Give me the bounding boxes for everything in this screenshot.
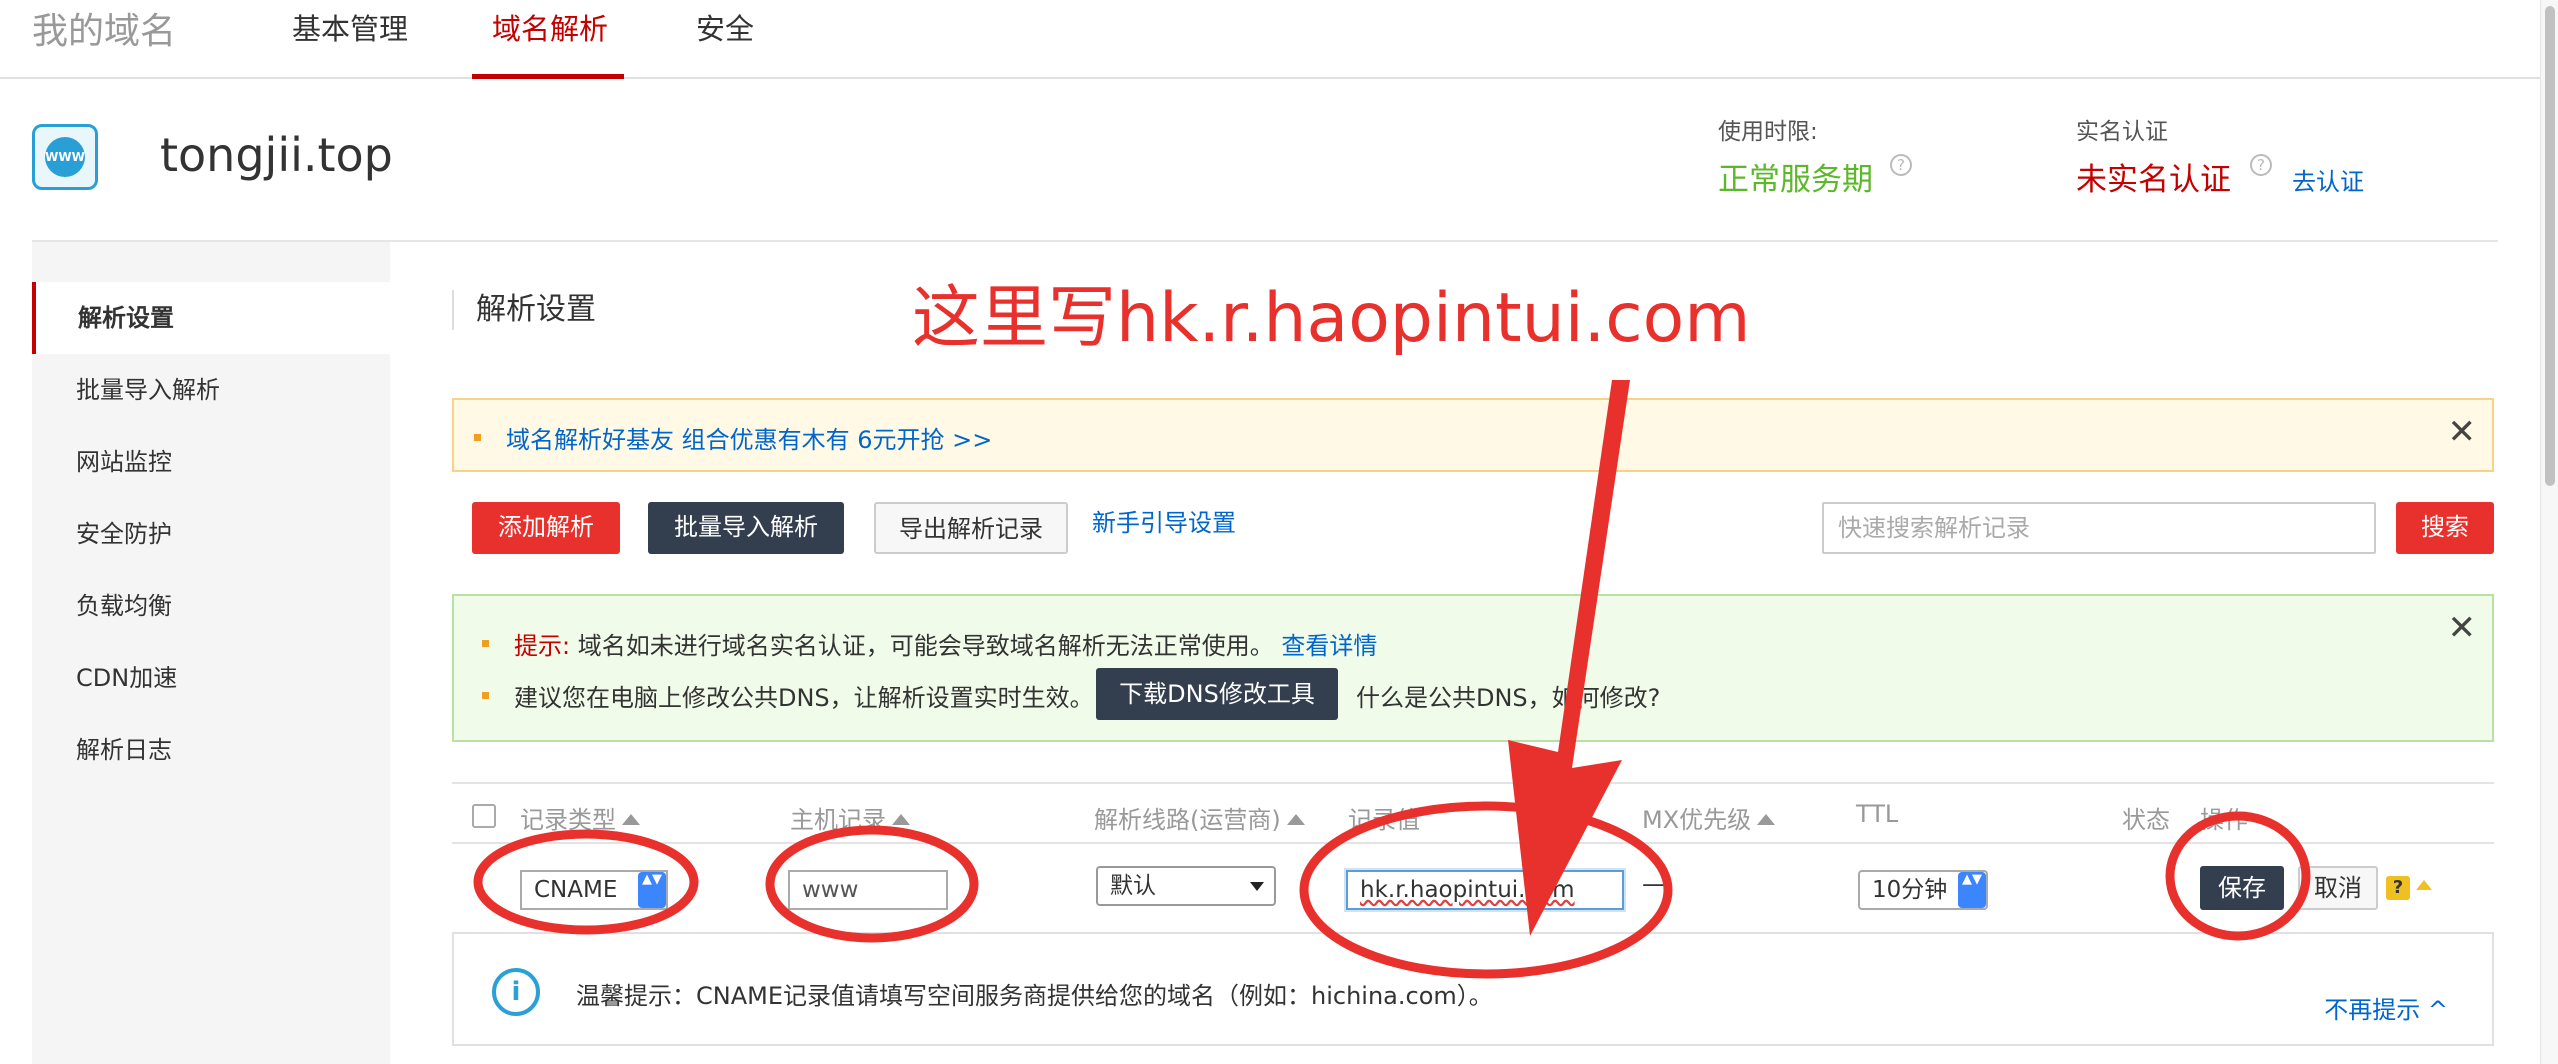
- record-type-value: CNAME: [534, 877, 618, 903]
- sidebar-item-load-balancing[interactable]: 负载均衡: [32, 570, 390, 642]
- bullet-icon: [482, 692, 489, 699]
- close-icon[interactable]: ✕: [2448, 412, 2477, 452]
- tab-security[interactable]: 安全: [696, 6, 754, 48]
- save-button[interactable]: 保存: [2200, 866, 2284, 910]
- bullet-icon: [482, 640, 489, 647]
- annotation-instruction: 这里写hk.r.haopintui.com: [912, 279, 1751, 358]
- col-host-label: 主机记录: [790, 806, 886, 834]
- ttl-select[interactable]: 10分钟 ▲▼: [1858, 870, 1988, 910]
- domain-name: tongjii.top: [160, 128, 393, 182]
- chevron-down-icon: [1250, 882, 1264, 891]
- line-select[interactable]: 默认: [1096, 866, 1276, 906]
- sidebar-item-site-monitor[interactable]: 网站监控: [32, 426, 390, 498]
- search-button[interactable]: 搜索: [2396, 502, 2494, 554]
- select-all-checkbox[interactable]: [472, 804, 496, 828]
- scrollbar-thumb[interactable]: [2545, 6, 2555, 486]
- help-icon[interactable]: ?: [2386, 876, 2410, 900]
- globe-icon: WWW: [32, 124, 98, 190]
- info-icon: i: [492, 968, 540, 1016]
- verify-help-icon[interactable]: ?: [2250, 154, 2272, 176]
- domain-logo-text: WWW: [45, 137, 85, 177]
- select-arrows-icon: ▲▼: [1958, 872, 1986, 908]
- notice-tip-text: 域名如未进行域名实名认证，可能会导致域名解析无法正常使用。: [577, 632, 1274, 660]
- notice-tip-label: 提示:: [514, 632, 571, 660]
- add-record-button[interactable]: 添加解析: [472, 502, 620, 554]
- verify-value: 未实名认证: [2076, 162, 2231, 198]
- warm-tip-text: 温馨提示：CNAME记录值请填写空间服务商提供给您的域名（例如：hichina.…: [576, 982, 1493, 1010]
- col-ttl: TTL: [1856, 800, 1899, 828]
- export-records-button[interactable]: 导出解析记录: [874, 502, 1068, 554]
- warm-tip-box: i 温馨提示：CNAME记录值请填写空间服务商提供给您的域名（例如：hichin…: [452, 932, 2494, 1046]
- notice-line-verify: 提示: 域名如未进行域名实名认证，可能会导致域名解析无法正常使用。 查看详情: [514, 626, 1377, 661]
- col-line-label: 解析线路(运营商): [1094, 806, 1281, 834]
- table-header: 记录类型 主机记录 解析线路(运营商) 记录值 MX优先级 TTL 状态 操作: [452, 782, 2494, 844]
- col-record-type[interactable]: 记录类型: [520, 800, 640, 835]
- notice-dns-text: 建议您在电脑上修改公共DNS，让解析设置实时生效。: [514, 684, 1094, 712]
- notice-box: 提示: 域名如未进行域名实名认证，可能会导致域名解析无法正常使用。 查看详情 建…: [452, 594, 2494, 742]
- cancel-button[interactable]: 取消: [2298, 866, 2378, 910]
- period-help-icon[interactable]: ?: [1890, 154, 1912, 176]
- dismiss-tip-link[interactable]: 不再提示 ^: [2324, 990, 2448, 1025]
- col-mx[interactable]: MX优先级: [1642, 800, 1776, 835]
- view-details-link[interactable]: 查看详情: [1281, 632, 1377, 660]
- col-value: 记录值: [1348, 806, 1420, 834]
- promo-banner: 域名解析好基友 组合优惠有木有 6元开抢 >> ✕: [452, 398, 2494, 472]
- sort-icon: [622, 814, 640, 825]
- scrollbar[interactable]: [2540, 0, 2558, 1064]
- line-select-value: 默认: [1110, 873, 1156, 899]
- record-type-select[interactable]: CNAME ▲▼: [520, 870, 668, 910]
- ttl-value: 10分钟: [1872, 877, 1948, 903]
- col-line[interactable]: 解析线路(运营商): [1094, 800, 1305, 835]
- mx-priority-value: —: [1642, 870, 1666, 898]
- sort-icon: [892, 814, 910, 825]
- close-icon[interactable]: ✕: [2448, 608, 2477, 648]
- collapse-arrow-icon[interactable]: [2416, 880, 2432, 890]
- col-mx-label: MX优先级: [1642, 806, 1752, 834]
- sort-icon: [1757, 814, 1776, 825]
- tab-basic-management[interactable]: 基本管理: [292, 6, 408, 48]
- col-record-type-label: 记录类型: [520, 806, 616, 834]
- search-input[interactable]: 快速搜索解析记录: [1822, 502, 2376, 554]
- sidebar-item-batch-import[interactable]: 批量导入解析: [32, 354, 390, 426]
- period-value: 正常服务期: [1718, 162, 1873, 198]
- sidebar: 解析设置 批量导入解析 网站监控 安全防护 负载均衡 CDN加速 解析日志: [32, 242, 390, 1064]
- sidebar-item-security-protection[interactable]: 安全防护: [32, 498, 390, 570]
- download-dns-tool-button[interactable]: 下载DNS修改工具: [1096, 668, 1338, 720]
- header-divider: [32, 240, 2498, 242]
- sort-icon: [1286, 814, 1305, 825]
- top-nav: 我的域名 基本管理 域名解析 安全: [0, 0, 2540, 79]
- tab-dns-resolution[interactable]: 域名解析: [492, 6, 608, 48]
- host-record-input[interactable]: www: [788, 870, 948, 910]
- public-dns-link[interactable]: 什么是公共DNS，如何修改?: [1356, 678, 1660, 713]
- brand-title[interactable]: 我的域名: [32, 2, 176, 54]
- col-host[interactable]: 主机记录: [790, 800, 910, 835]
- select-arrows-icon: ▲▼: [638, 872, 666, 908]
- page-title: 解析设置: [452, 290, 596, 330]
- verify-label: 实名认证: [2076, 119, 2168, 145]
- go-verify-link[interactable]: 去认证: [2292, 162, 2364, 197]
- sidebar-item-dns-log[interactable]: 解析日志: [32, 714, 390, 786]
- bullet-icon: [474, 434, 481, 441]
- record-value-input[interactable]: hk.r.haopintui.com: [1346, 870, 1624, 910]
- sidebar-item-cdn[interactable]: CDN加速: [32, 642, 390, 714]
- batch-import-button[interactable]: 批量导入解析: [648, 502, 844, 554]
- active-tab-indicator: [472, 74, 624, 79]
- beginner-guide-link[interactable]: 新手引导设置: [1092, 498, 1292, 550]
- period-label: 使用时限:: [1718, 119, 1818, 145]
- col-action: 操作: [2200, 806, 2248, 834]
- col-status: 状态: [2122, 806, 2170, 834]
- sidebar-item-dns-settings[interactable]: 解析设置: [32, 282, 390, 354]
- promo-link[interactable]: 域名解析好基友 组合优惠有木有 6元开抢 >>: [506, 420, 992, 455]
